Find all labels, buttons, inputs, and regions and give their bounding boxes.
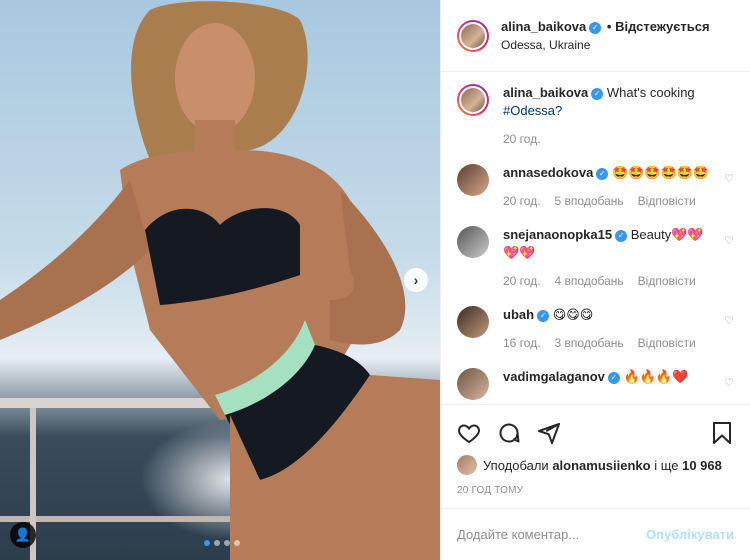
caption-text: What's cooking (606, 85, 695, 100)
caption-time: 20 год. (503, 132, 541, 146)
liker-avatar[interactable] (457, 455, 477, 475)
caption-username[interactable]: alina_baikova (503, 85, 588, 100)
post-dialog: › 👤 alina_baikova ✓ • Відстежується Odess… (0, 0, 750, 560)
comment-username[interactable]: annasedokova (503, 165, 593, 180)
comment-like-heart-icon[interactable]: ♡ (724, 172, 734, 185)
verified-badge-icon: ✓ (615, 229, 628, 242)
commenter-avatar[interactable] (457, 368, 489, 400)
comment-time: 16 год. (503, 336, 541, 350)
post-photo[interactable]: › 👤 (0, 0, 440, 560)
post-location[interactable]: Odessa, Ukraine (501, 38, 710, 52)
post-timestamp[interactable]: 20 год тому (457, 485, 734, 496)
carousel-dot-active (204, 540, 210, 546)
comment-username[interactable]: snejanaonopka15 (503, 227, 612, 242)
comment-input[interactable] (457, 527, 647, 542)
caption: alina_baikova ✓ What's cooking #Odessa? 2… (457, 84, 734, 148)
comment-likes[interactable]: 3 вподобань (555, 334, 624, 352)
commenter-avatar[interactable] (457, 226, 489, 258)
comment-text: 😋😋😋 (552, 307, 594, 322)
author-username[interactable]: alina_baikova (501, 19, 586, 34)
comment-reply-button[interactable]: Відповісти (638, 272, 696, 290)
post-header: alina_baikova ✓ • Відстежується Odessa, U… (441, 0, 750, 72)
comments-list[interactable]: alina_baikova ✓ What's cooking #Odessa? 2… (441, 72, 750, 404)
comment-username[interactable]: ubah (503, 307, 534, 322)
verified-badge-icon: ✓ (537, 309, 550, 322)
likes-middle: і ще (654, 457, 679, 473)
caption-avatar[interactable] (457, 84, 489, 116)
commenter-avatar[interactable] (457, 306, 489, 338)
share-icon[interactable] (537, 421, 561, 445)
verified-badge-icon: ✓ (591, 87, 604, 100)
likes-summary: Уподобали alonamusiienko і ще 10 968 (457, 455, 734, 475)
likes-prefix: Уподобали (483, 457, 549, 473)
carousel-dot (214, 540, 220, 546)
verified-badge-icon: ✓ (589, 21, 602, 34)
comment-like-heart-icon[interactable]: ♡ (724, 234, 734, 247)
comment-like-heart-icon[interactable]: ♡ (724, 376, 734, 389)
comment-username[interactable]: vadimgalaganov (503, 369, 605, 384)
verified-badge-icon: ✓ (596, 167, 609, 180)
model-figure (0, 1, 440, 560)
comment-item: ubah ✓ 😋😋😋 16 год. 3 вподобань Відповісти… (457, 306, 734, 352)
author-avatar[interactable] (457, 19, 489, 52)
verified-badge-icon: ✓ (607, 371, 620, 384)
comment-like-heart-icon[interactable]: ♡ (724, 314, 734, 327)
comment-likes[interactable]: 5 вподобань (555, 192, 624, 210)
comment-icon[interactable] (497, 421, 521, 445)
tagged-users-icon[interactable]: 👤 (10, 522, 36, 548)
follow-status[interactable]: • Відстежується (607, 19, 710, 34)
carousel-dot (234, 540, 240, 546)
carousel-next-button[interactable]: › (404, 268, 428, 292)
comment-time: 20 год. (503, 194, 541, 208)
caption-hashtag[interactable]: #Odessa? (503, 103, 562, 118)
comment-reply-button[interactable]: Відповісти (638, 192, 696, 210)
comment-likes[interactable]: 4 вподобань (555, 272, 624, 290)
carousel-dot (224, 540, 230, 546)
heart-icon[interactable] (457, 421, 481, 445)
comment-item: annasedokova ✓ 🤩🤩🤩🤩🤩🤩 20 год. 5 вподобань… (457, 164, 734, 210)
comment-item: snejanaonopka15 ✓ Beauty💖💖💖💖 20 год. 4 вп… (457, 226, 734, 290)
commenter-avatar[interactable] (457, 164, 489, 196)
liker-username[interactable]: alonamusiienko (552, 458, 650, 473)
carousel-dots (204, 540, 240, 546)
add-comment-bar: Опублікувати (441, 508, 750, 560)
comment-time: 20 год. (503, 274, 541, 288)
comment-text: 🤩🤩🤩🤩🤩🤩 (611, 165, 710, 180)
post-side-panel: alina_baikova ✓ • Відстежується Odessa, U… (440, 0, 750, 560)
comment-text: 🔥🔥🔥❤️ (623, 369, 689, 384)
post-actions: Уподобали alonamusiienko і ще 10 968 20 … (441, 404, 750, 508)
likes-count[interactable]: 10 968 (682, 458, 722, 473)
bookmark-icon[interactable] (710, 421, 734, 445)
comment-item: vadimgalaganov ✓ 🔥🔥🔥❤️ ♡ (457, 368, 734, 400)
publish-button[interactable]: Опублікувати (646, 527, 734, 542)
comment-reply-button[interactable]: Відповісти (638, 334, 696, 352)
